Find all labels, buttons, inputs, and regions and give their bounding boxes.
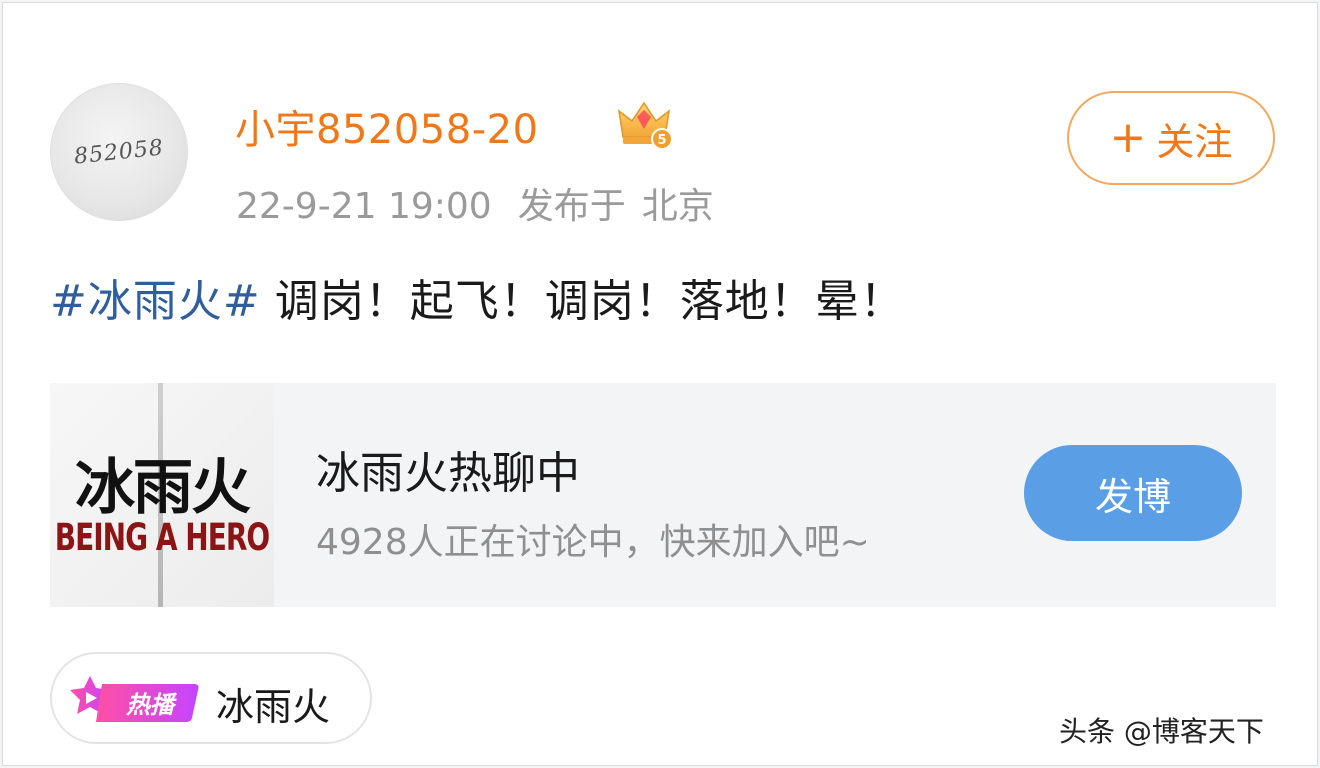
location: 北京	[641, 186, 714, 227]
topic-card[interactable]: 冰雨火 BEING A HERO 冰雨火热聊中 4928人正在讨论中，快来加入吧…	[50, 383, 1276, 607]
topic-poster[interactable]: 冰雨火 BEING A HERO	[50, 383, 274, 607]
post-body: 调岗！起飞！调岗！落地！晕！	[274, 276, 905, 327]
vip-crown-icon: 5	[617, 101, 671, 150]
hot-show-label: 冰雨火	[216, 685, 331, 729]
hot-badge-text: 热播	[125, 691, 178, 719]
plus-icon: +	[1109, 112, 1147, 163]
watermark: 头条 @博客天下	[1059, 715, 1264, 748]
timestamp: 22-9-21 19:00	[236, 186, 492, 227]
follow-button[interactable]: + 关注	[1067, 91, 1275, 185]
follow-label: 关注	[1156, 119, 1233, 164]
username[interactable]: 小宇852058-20	[235, 97, 539, 155]
topic-subtitle: 4928人正在讨论中，快来加入吧~	[316, 522, 870, 563]
hashtag-link[interactable]: #冰雨火#	[50, 276, 261, 327]
location-prefix: 发布于	[517, 186, 626, 227]
vip-level-text: 5	[657, 133, 666, 148]
post-meta: 22-9-21 19:00 发布于 北京	[236, 177, 714, 229]
poster-title: 冰雨火	[75, 453, 251, 523]
weibo-post-card: 852058 小宇852058-20 5 22-9-21 19:00 发布于 北京 …	[2, 2, 1318, 766]
poster-subtitle: BEING A HERO	[54, 515, 270, 560]
post-weibo-button[interactable]: 发博	[1024, 445, 1242, 541]
post-text: #冰雨火# 调岗！起飞！调岗！落地！晕！	[50, 265, 905, 329]
topic-title[interactable]: 冰雨火热聊中	[316, 437, 580, 501]
play-star-icon: 热播	[70, 676, 199, 722]
avatar-text: 852058	[72, 134, 166, 170]
hot-show-chip[interactable]: 热播 冰雨火	[50, 652, 372, 744]
avatar[interactable]: 852058	[50, 83, 188, 221]
